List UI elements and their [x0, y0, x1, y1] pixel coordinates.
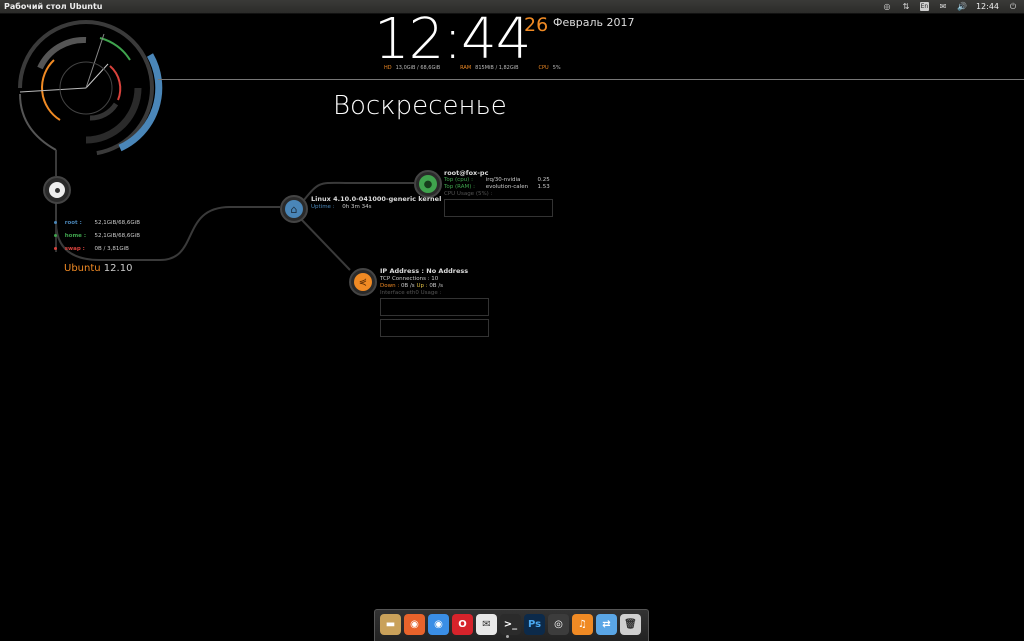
tcp-connections-label: TCP Connections : 10 — [380, 276, 439, 282]
disk-row-swap: swap : 0B / 3,81GiB — [54, 246, 129, 252]
terminal-icon[interactable]: >_ — [500, 614, 521, 635]
photoshop-icon[interactable]: Ps — [524, 614, 545, 635]
running-indicator — [506, 635, 509, 638]
hd-label: HD — [384, 65, 392, 71]
uptime-row: Uptime : 0h 3m 34s — [311, 204, 372, 210]
clock-divider-line — [158, 79, 1024, 80]
disk-node-icon — [43, 176, 71, 204]
uptime-label: Uptime : — [311, 204, 335, 210]
distro-name: Ubuntu — [64, 263, 101, 274]
ram-value: 815MiB / 1,82GiB — [475, 65, 519, 71]
top-ram-row: Top (RAM) : evolution-calen 1.53 — [444, 184, 550, 190]
top-cpu-row: Top (cpu) : irq/30-nvidia 0.25 — [444, 177, 550, 183]
conky-clock: 12:44 — [374, 7, 531, 72]
dock: ▬ ◉ ◉ O ✉ >_ Ps ◎ ♫ ⇄ 🗑 — [374, 609, 649, 641]
net-speed-row: Down : 0B /s Up : 0B /s — [380, 283, 444, 289]
interface-usage-label: Interface eth0 Usage : — [380, 290, 442, 296]
firefox-icon[interactable]: ◉ — [404, 614, 425, 635]
conky-weekday: Воскресенье — [333, 91, 507, 121]
disk-row-root: root : 52,1GiB/68,6GiB — [54, 220, 140, 226]
uptime-value: 0h 3m 34s — [342, 204, 372, 210]
music-icon[interactable]: ♫ — [572, 614, 593, 635]
conky-month-year: Февраль 2017 — [553, 16, 635, 29]
net-down-graph — [380, 298, 489, 316]
user-host-title: root@fox-pc — [444, 169, 489, 177]
disk-row-home: home : 52,1GiB/68,6GiB — [54, 233, 140, 239]
user-node-icon: ● — [414, 170, 442, 198]
files-icon[interactable]: ▬ — [380, 614, 401, 635]
mail-icon[interactable]: ✉ — [476, 614, 497, 635]
net-up-graph — [380, 319, 489, 337]
trash-icon[interactable]: 🗑 — [620, 614, 641, 635]
camera-icon[interactable]: ◎ — [548, 614, 569, 635]
opera-icon[interactable]: O — [452, 614, 473, 635]
conky-graph-lines — [18, 20, 414, 271]
conky-stats: HD 13,0GiB / 68,6GiB RAM 815MiB / 1,82Gi… — [384, 65, 561, 71]
chrome-icon[interactable]: ◉ — [428, 614, 449, 635]
home-node-icon: ⌂ — [280, 195, 308, 223]
distro-label: Ubuntu 12.10 — [64, 263, 132, 274]
cpu-usage-graph — [444, 199, 553, 217]
hd-value: 13,0GiB / 68,6GiB — [395, 65, 441, 71]
cpu-value: 5% — [552, 65, 561, 71]
ring-gauge — [18, 20, 163, 156]
conky-day-number: 26 — [524, 14, 549, 36]
ram-label: RAM — [460, 65, 472, 71]
settings-toggle-icon[interactable]: ⇄ — [596, 614, 617, 635]
cpu-usage-label: CPU Usage (5%) : — [444, 191, 493, 197]
cpu-label: CPU — [538, 65, 549, 71]
distro-version: 12.10 — [103, 263, 133, 274]
kernel-label: Linux 4.10.0-041000-generic kernel — [311, 195, 442, 203]
ip-address-label: IP Address : No Address — [380, 267, 469, 275]
network-node-icon: ⋞ — [349, 268, 377, 296]
